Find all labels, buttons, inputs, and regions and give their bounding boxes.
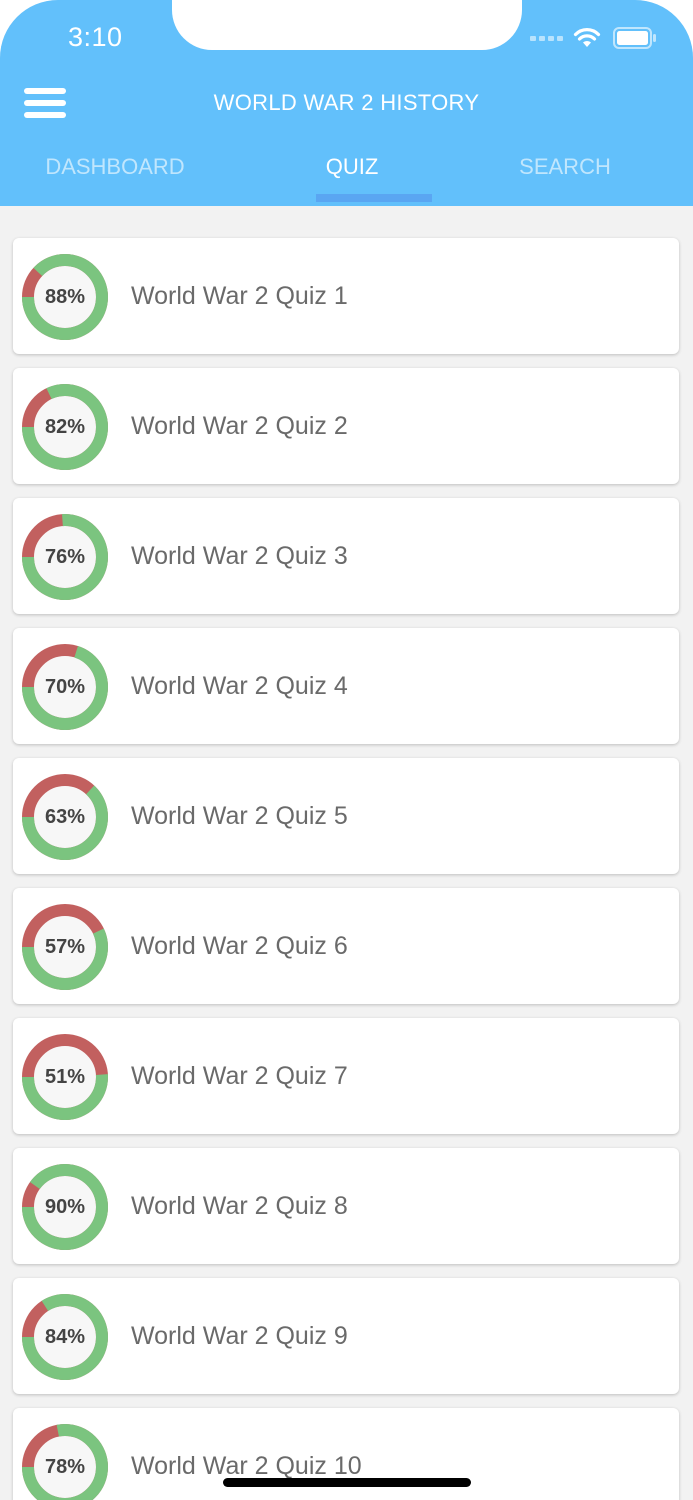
quiz-card[interactable]: 51% World War 2 Quiz 7 <box>13 1018 679 1134</box>
score-percent: 88% <box>44 286 86 308</box>
tab-dashboard[interactable]: DASHBOARD <box>20 154 210 180</box>
score-percent: 76% <box>44 546 86 568</box>
quiz-title: World War 2 Quiz 7 <box>131 1062 348 1090</box>
quiz-title: World War 2 Quiz 3 <box>131 542 348 570</box>
app-header: 3:10 WORLD WAR 2 HISTORY DASHBOARD QUIZ <box>0 0 693 206</box>
status-icons <box>530 24 657 52</box>
tab-bar: DASHBOARD QUIZ SEARCH <box>0 152 693 206</box>
quiz-card[interactable]: 70% World War 2 Quiz 4 <box>13 628 679 744</box>
quiz-title: World War 2 Quiz 1 <box>131 282 348 310</box>
score-percent: 84% <box>44 1326 86 1348</box>
quiz-card[interactable]: 76% World War 2 Quiz 3 <box>13 498 679 614</box>
score-percent: 78% <box>44 1456 86 1478</box>
app-screen: 3:10 WORLD WAR 2 HISTORY DASHBOARD QUIZ <box>0 0 693 1500</box>
device-notch <box>172 0 522 50</box>
score-percent: 70% <box>44 676 86 698</box>
score-percent: 82% <box>44 416 86 438</box>
quiz-card[interactable]: 88% World War 2 Quiz 1 <box>13 238 679 354</box>
quiz-title: World War 2 Quiz 8 <box>131 1192 348 1220</box>
page-title: WORLD WAR 2 HISTORY <box>213 90 480 115</box>
home-indicator[interactable] <box>223 1478 471 1487</box>
quiz-title: World War 2 Quiz 4 <box>131 672 348 700</box>
quiz-title: World War 2 Quiz 5 <box>131 802 348 830</box>
score-percent: 57% <box>44 936 86 958</box>
quiz-card[interactable]: 84% World War 2 Quiz 9 <box>13 1278 679 1394</box>
quiz-card[interactable]: 90% World War 2 Quiz 8 <box>13 1148 679 1264</box>
quiz-card[interactable]: 82% World War 2 Quiz 2 <box>13 368 679 484</box>
score-percent: 63% <box>44 806 86 828</box>
quiz-list: 88% World War 2 Quiz 1 82% World War 2 Quiz… <box>13 238 679 1500</box>
battery-icon <box>613 27 656 49</box>
quiz-title: World War 2 Quiz 9 <box>131 1322 348 1350</box>
quiz-title: World War 2 Quiz 6 <box>131 932 348 960</box>
quiz-card[interactable]: 63% World War 2 Quiz 5 <box>13 758 679 874</box>
quiz-card[interactable]: 57% World War 2 Quiz 6 <box>13 888 679 1004</box>
score-percent: 51% <box>44 1066 86 1088</box>
signal-icon <box>530 35 563 41</box>
status-time: 3:10 <box>68 22 123 52</box>
quiz-title: World War 2 Quiz 2 <box>131 412 348 440</box>
active-tab-indicator <box>316 194 432 202</box>
tab-quiz[interactable]: QUIZ <box>302 154 402 180</box>
score-percent: 90% <box>44 1196 86 1218</box>
quiz-title: World War 2 Quiz 10 <box>131 1452 362 1480</box>
tab-search[interactable]: SEARCH <box>490 154 640 180</box>
wifi-icon <box>573 28 601 47</box>
